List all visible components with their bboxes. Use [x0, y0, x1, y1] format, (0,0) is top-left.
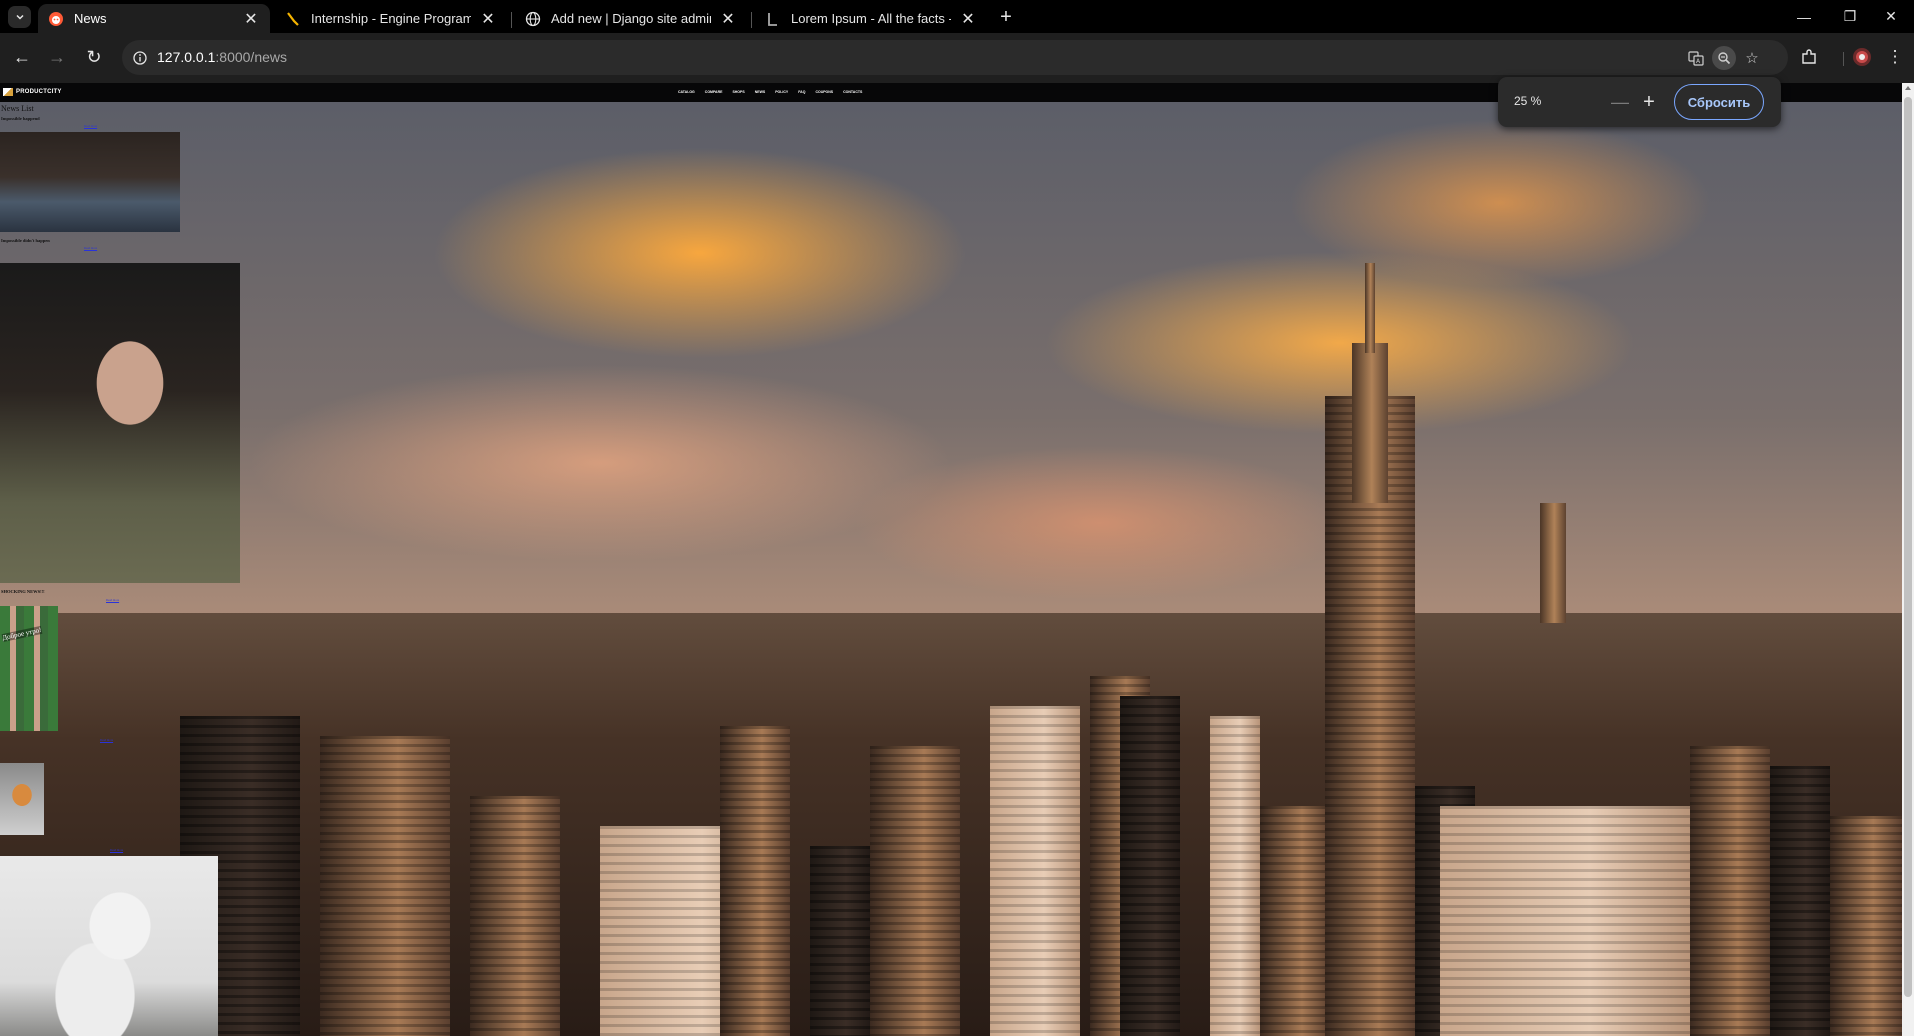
building	[1260, 806, 1330, 1036]
news-item-title: SHOCKING NEWS!!!	[1, 589, 45, 594]
browser-toolbar: ← → ↻ 127.0.0.1:8000/news A ☆ ⋮	[0, 33, 1914, 83]
tab-django-admin[interactable]: Add new | Django site admin ✕	[515, 4, 747, 33]
news-item-link[interactable]: Read more	[106, 598, 119, 602]
close-icon[interactable]: ✕	[719, 10, 737, 28]
news-item-link[interactable]: Read more	[84, 246, 97, 250]
menu-item-news[interactable]: NEWS	[755, 90, 766, 94]
tab-separator	[751, 12, 752, 28]
page-viewport: PRODUCTCITY CATALOG COMPARE SHOPS NEWS P…	[0, 83, 1914, 1036]
building	[810, 846, 870, 1036]
back-button[interactable]: ←	[8, 43, 36, 71]
close-icon[interactable]: ✕	[959, 10, 977, 28]
news-item-link[interactable]: Read more	[84, 124, 97, 128]
news-item-title: Impossible happend	[1, 116, 40, 121]
zoom-out-button[interactable]: —	[1608, 90, 1632, 114]
building	[1440, 806, 1690, 1036]
menu-item-coupons[interactable]: COUPONS	[815, 90, 833, 94]
zoom-icon[interactable]	[1712, 46, 1736, 70]
scrollbar-thumb[interactable]	[1904, 97, 1912, 997]
one-wtc-tower	[1540, 503, 1566, 623]
close-icon[interactable]: ✕	[242, 10, 260, 28]
globe-icon	[525, 11, 541, 27]
tab-title: News	[74, 11, 107, 26]
menu-item-compare[interactable]: COMPARE	[705, 90, 723, 94]
doll-caption: Доброе утро!	[1, 625, 43, 643]
menu-kebab-icon[interactable]: ⋮	[1882, 44, 1908, 70]
close-window-button[interactable]: ✕	[1868, 0, 1914, 33]
yandex-icon	[285, 11, 301, 27]
building	[1770, 766, 1830, 1036]
news-image	[0, 763, 44, 835]
translate-icon[interactable]: A	[1684, 46, 1708, 70]
scroll-up-arrow-icon[interactable]	[1905, 86, 1911, 90]
menu-item-shops[interactable]: SHOPS	[732, 90, 744, 94]
news-image: Доброе утро!	[0, 606, 58, 731]
reload-button[interactable]: ↻	[80, 43, 108, 71]
tab-title: Add new | Django site admin	[551, 11, 711, 26]
chevron-down-icon	[15, 14, 24, 20]
tab-news[interactable]: News ✕	[38, 4, 270, 33]
menu-item-contacts[interactable]: CONTACTS	[843, 90, 862, 94]
new-tab-button[interactable]: +	[995, 6, 1017, 28]
building	[1120, 696, 1180, 1036]
logo-mark-icon	[3, 88, 13, 96]
bookmark-star-icon[interactable]: ☆	[1740, 46, 1764, 70]
address-bar[interactable]: 127.0.0.1:8000/news A ☆	[122, 40, 1788, 75]
zoom-level: 25 %	[1514, 94, 1542, 108]
zoom-in-button[interactable]: +	[1637, 90, 1661, 114]
page-scrollbar[interactable]	[1902, 83, 1914, 1036]
news-item-link[interactable]: Read more	[110, 848, 123, 852]
menu-item-faq[interactable]: FAQ	[798, 90, 805, 94]
url-host: 127.0.0.1	[157, 49, 216, 65]
menu-item-catalog[interactable]: CATALOG	[678, 90, 695, 94]
tab-title: Lorem Ipsum - All the facts - Li	[791, 11, 951, 26]
building	[1690, 746, 1770, 1036]
building	[870, 746, 960, 1036]
minimize-button[interactable]: —	[1781, 0, 1827, 33]
city-background-image	[0, 83, 1902, 1036]
news-image	[0, 263, 240, 583]
tab-internship[interactable]: Internship - Engine Programme ✕	[275, 4, 507, 33]
profile-avatar[interactable]	[1849, 44, 1875, 70]
news-list-heading: News List	[1, 104, 34, 113]
logo-text: PRODUCTCITY	[16, 89, 62, 95]
tab-search-button[interactable]	[8, 6, 31, 28]
empire-state-spire	[1352, 343, 1388, 503]
lipsum-icon	[765, 11, 781, 27]
tab-strip: News ✕ Internship - Engine Programme ✕ A…	[0, 0, 1914, 33]
site-menu: CATALOG COMPARE SHOPS NEWS POLICY FAQ CO…	[678, 90, 862, 94]
restore-button[interactable]: ❐	[1827, 0, 1873, 33]
news-image	[0, 132, 180, 232]
antenna	[1365, 263, 1375, 353]
news-item-link[interactable]: Read more	[100, 738, 113, 742]
zoom-popup: 25 % — + Сбросить	[1498, 77, 1781, 127]
zoom-reset-button[interactable]: Сбросить	[1674, 84, 1764, 120]
close-icon[interactable]: ✕	[479, 10, 497, 28]
reddit-like-icon	[48, 11, 64, 27]
building	[720, 726, 790, 1036]
tab-separator	[511, 12, 512, 28]
tab-lorem-ipsum[interactable]: Lorem Ipsum - All the facts - Li ✕	[755, 4, 987, 33]
building	[1830, 816, 1902, 1036]
news-image	[0, 856, 218, 1036]
url-path: :8000/news	[215, 49, 287, 65]
url-text[interactable]: 127.0.0.1:8000/news	[157, 49, 287, 65]
site-logo[interactable]: PRODUCTCITY	[3, 88, 68, 96]
menu-item-policy[interactable]: POLICY	[775, 90, 788, 94]
building	[990, 706, 1080, 1036]
forward-button[interactable]: →	[43, 43, 71, 71]
toolbar-divider	[1843, 52, 1844, 66]
extensions-icon[interactable]	[1796, 44, 1822, 70]
building	[320, 736, 450, 1036]
building	[470, 796, 560, 1036]
building	[1210, 716, 1260, 1036]
tab-title: Internship - Engine Programme	[311, 11, 471, 26]
site-info-icon[interactable]	[130, 48, 150, 68]
news-item-title: Impossible didn't happen	[1, 238, 50, 243]
